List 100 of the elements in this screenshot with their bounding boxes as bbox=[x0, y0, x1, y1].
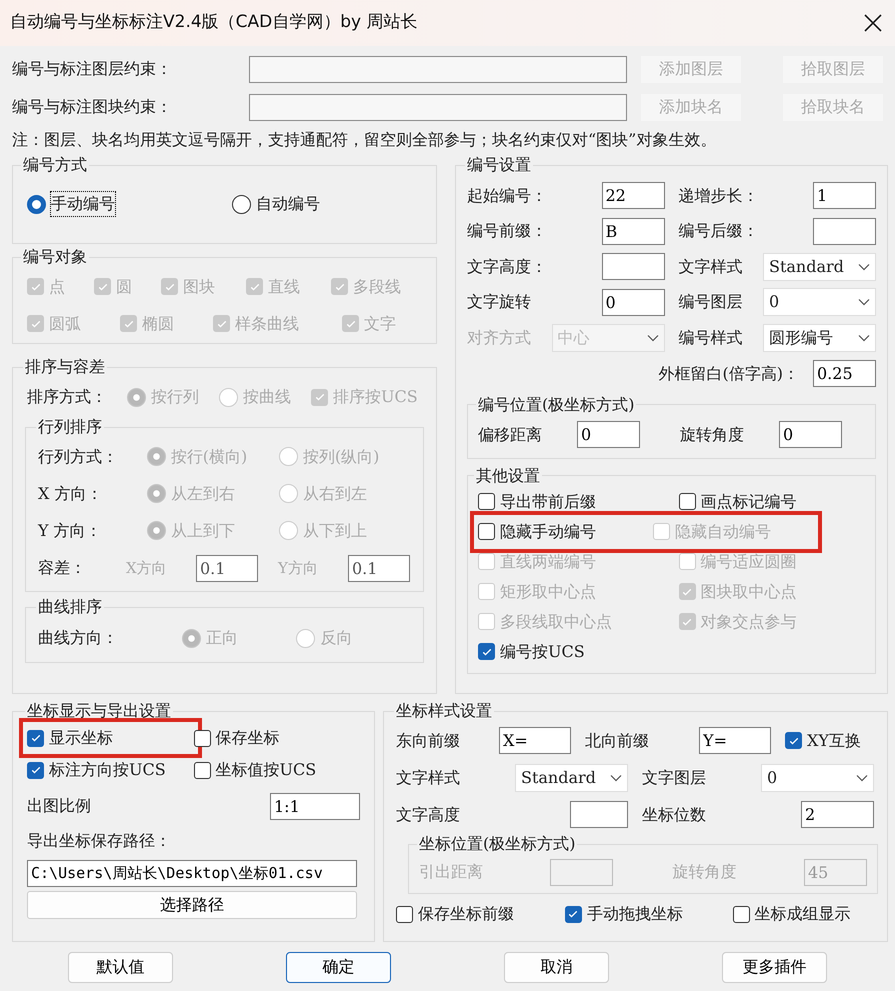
input-field[interactable]: 22 bbox=[602, 182, 664, 210]
field-label: 编号样式 bbox=[678, 326, 742, 349]
field-label: 编号与标注图层约束： bbox=[12, 58, 173, 80]
group-title: 编号对象 bbox=[22, 246, 88, 268]
button[interactable]: 确定 bbox=[286, 952, 391, 982]
field-label: Y 方向： bbox=[38, 520, 103, 542]
caret-icon bbox=[610, 774, 622, 782]
group-title: 编号方式 bbox=[22, 154, 88, 176]
group-title: 坐标样式设置 bbox=[395, 700, 493, 722]
checkbox[interactable] bbox=[27, 762, 44, 778]
checkbox[interactable] bbox=[732, 906, 750, 922]
checkbox[interactable] bbox=[194, 762, 210, 778]
dropdown[interactable]: 0 bbox=[763, 288, 876, 316]
checkbox[interactable] bbox=[396, 906, 413, 922]
input-field[interactable]: C:\Users\周站长\Desktop\坐标01.csv bbox=[27, 860, 357, 887]
checkbox-label[interactable]: XY互换 bbox=[807, 728, 861, 752]
field-label: 文字样式 bbox=[678, 256, 742, 278]
group-title: 坐标位置(极坐标方式) bbox=[418, 833, 576, 855]
field-label: 东向前缀 bbox=[396, 730, 460, 752]
input-field[interactable] bbox=[602, 253, 664, 280]
field-label: 编号后缀： bbox=[678, 220, 758, 242]
field-label: 导出坐标保存路径： bbox=[27, 830, 172, 852]
field-label: 出图比例 bbox=[27, 795, 91, 817]
checkmark-icon bbox=[314, 391, 326, 403]
caret-icon bbox=[856, 774, 868, 782]
radio-button[interactable] bbox=[232, 194, 251, 214]
input-field[interactable]: 0 bbox=[779, 421, 842, 448]
group-title: 排序与容差 bbox=[24, 356, 106, 378]
input-field[interactable] bbox=[249, 94, 627, 120]
button[interactable]: 更多插件 bbox=[722, 952, 827, 982]
group-title: 编号位置(极坐标方式) bbox=[477, 394, 636, 416]
checkbox-label[interactable]: 编号按UCS bbox=[500, 640, 585, 664]
input-field[interactable]: 1 bbox=[813, 182, 876, 210]
field-label: Y方向 bbox=[278, 558, 319, 579]
button[interactable]: 默认值 bbox=[68, 952, 173, 982]
input-field[interactable]: Y= bbox=[699, 727, 771, 754]
button[interactable]: 选择路径 bbox=[27, 891, 357, 919]
checkbox[interactable] bbox=[678, 493, 696, 510]
input-field[interactable]: B bbox=[602, 218, 664, 245]
checkbox[interactable] bbox=[194, 730, 210, 746]
group-title: 曲线排序 bbox=[37, 596, 103, 618]
radio-label[interactable]: 手动编号 bbox=[51, 192, 115, 216]
radio-label[interactable]: 自动编号 bbox=[256, 192, 320, 216]
checkbox[interactable] bbox=[478, 493, 495, 510]
checkbox-label[interactable]: 隐藏手动编号 bbox=[500, 520, 596, 544]
checkbox-label[interactable]: 保存坐标 bbox=[216, 726, 280, 750]
caret-icon bbox=[858, 262, 870, 271]
checkbox-label[interactable]: 保存坐标前缀 bbox=[418, 902, 514, 926]
input-field[interactable]: 0 bbox=[602, 288, 664, 316]
caret-icon bbox=[646, 334, 658, 342]
checkbox-label[interactable]: 画点标记编号 bbox=[700, 490, 797, 514]
checkbox-label[interactable]: 显示坐标 bbox=[49, 726, 113, 750]
input-field[interactable]: 0.1 bbox=[196, 554, 258, 582]
group-title: 行列排序 bbox=[37, 416, 103, 438]
input-field[interactable]: 2 bbox=[801, 801, 874, 828]
checkbox[interactable] bbox=[564, 906, 582, 922]
checkbox[interactable] bbox=[478, 523, 495, 540]
field-label: X 方向： bbox=[38, 482, 104, 504]
close-icon[interactable] bbox=[863, 13, 883, 33]
input-field[interactable]: X= bbox=[499, 727, 571, 754]
field-label: 行列方式： bbox=[38, 446, 119, 468]
checkbox-label[interactable]: 导出带前后缀 bbox=[500, 490, 596, 514]
checkbox[interactable] bbox=[478, 643, 495, 660]
field-label: 排序方式： bbox=[27, 386, 108, 408]
field-label: 容差： bbox=[38, 557, 87, 579]
checkmark-icon bbox=[30, 764, 42, 776]
checkmark-icon bbox=[30, 732, 42, 744]
dropdown[interactable]: Standard bbox=[763, 252, 876, 281]
input-field[interactable]: 0.25 bbox=[813, 360, 876, 387]
input-field[interactable]: 0 bbox=[577, 421, 640, 448]
field-label: 文字样式 bbox=[396, 766, 460, 788]
field-label: 偏移距离 bbox=[478, 424, 542, 446]
checkmark-icon bbox=[567, 908, 580, 920]
button[interactable]: 取消 bbox=[504, 952, 609, 982]
field-label: 旋转角度 bbox=[680, 424, 744, 446]
checkbox[interactable] bbox=[27, 730, 44, 746]
field-label: 文字图层 bbox=[642, 766, 706, 788]
input-field[interactable] bbox=[249, 56, 627, 82]
field-label: X方向 bbox=[126, 558, 168, 579]
input-field[interactable] bbox=[813, 218, 876, 245]
checkbox-label[interactable]: 手动拖拽坐标 bbox=[586, 902, 683, 926]
field-label: 北向前缀 bbox=[585, 730, 649, 752]
radio-button[interactable] bbox=[27, 194, 46, 214]
checkbox-label[interactable]: 标注方向按UCS bbox=[49, 758, 166, 782]
field-label: 坐标位数 bbox=[642, 804, 706, 826]
field-label: 文字旋转 bbox=[467, 291, 531, 314]
field-label: 递增步长： bbox=[678, 184, 758, 207]
checkbox-label[interactable]: 坐标成组显示 bbox=[754, 902, 851, 926]
input-field[interactable]: 0.1 bbox=[348, 554, 410, 582]
dropdown[interactable]: Standard bbox=[515, 764, 628, 792]
note-text: 注：图层、块名均用英文逗号隔开，支持通配符，留空则全部参与；块名约束仅对“图块”对象生效。 bbox=[12, 129, 718, 151]
field-label: 对齐方式 bbox=[467, 326, 531, 349]
field-label: 曲线方向： bbox=[38, 627, 119, 649]
dropdown[interactable]: 圆形编号 bbox=[763, 324, 876, 352]
input-field[interactable] bbox=[570, 801, 628, 828]
checkbox[interactable] bbox=[785, 732, 802, 749]
group-title: 编号设置 bbox=[466, 154, 532, 176]
dropdown[interactable]: 0 bbox=[761, 764, 874, 792]
checkbox-label[interactable]: 坐标值按UCS bbox=[216, 758, 316, 782]
input-field[interactable]: 1:1 bbox=[270, 792, 360, 820]
